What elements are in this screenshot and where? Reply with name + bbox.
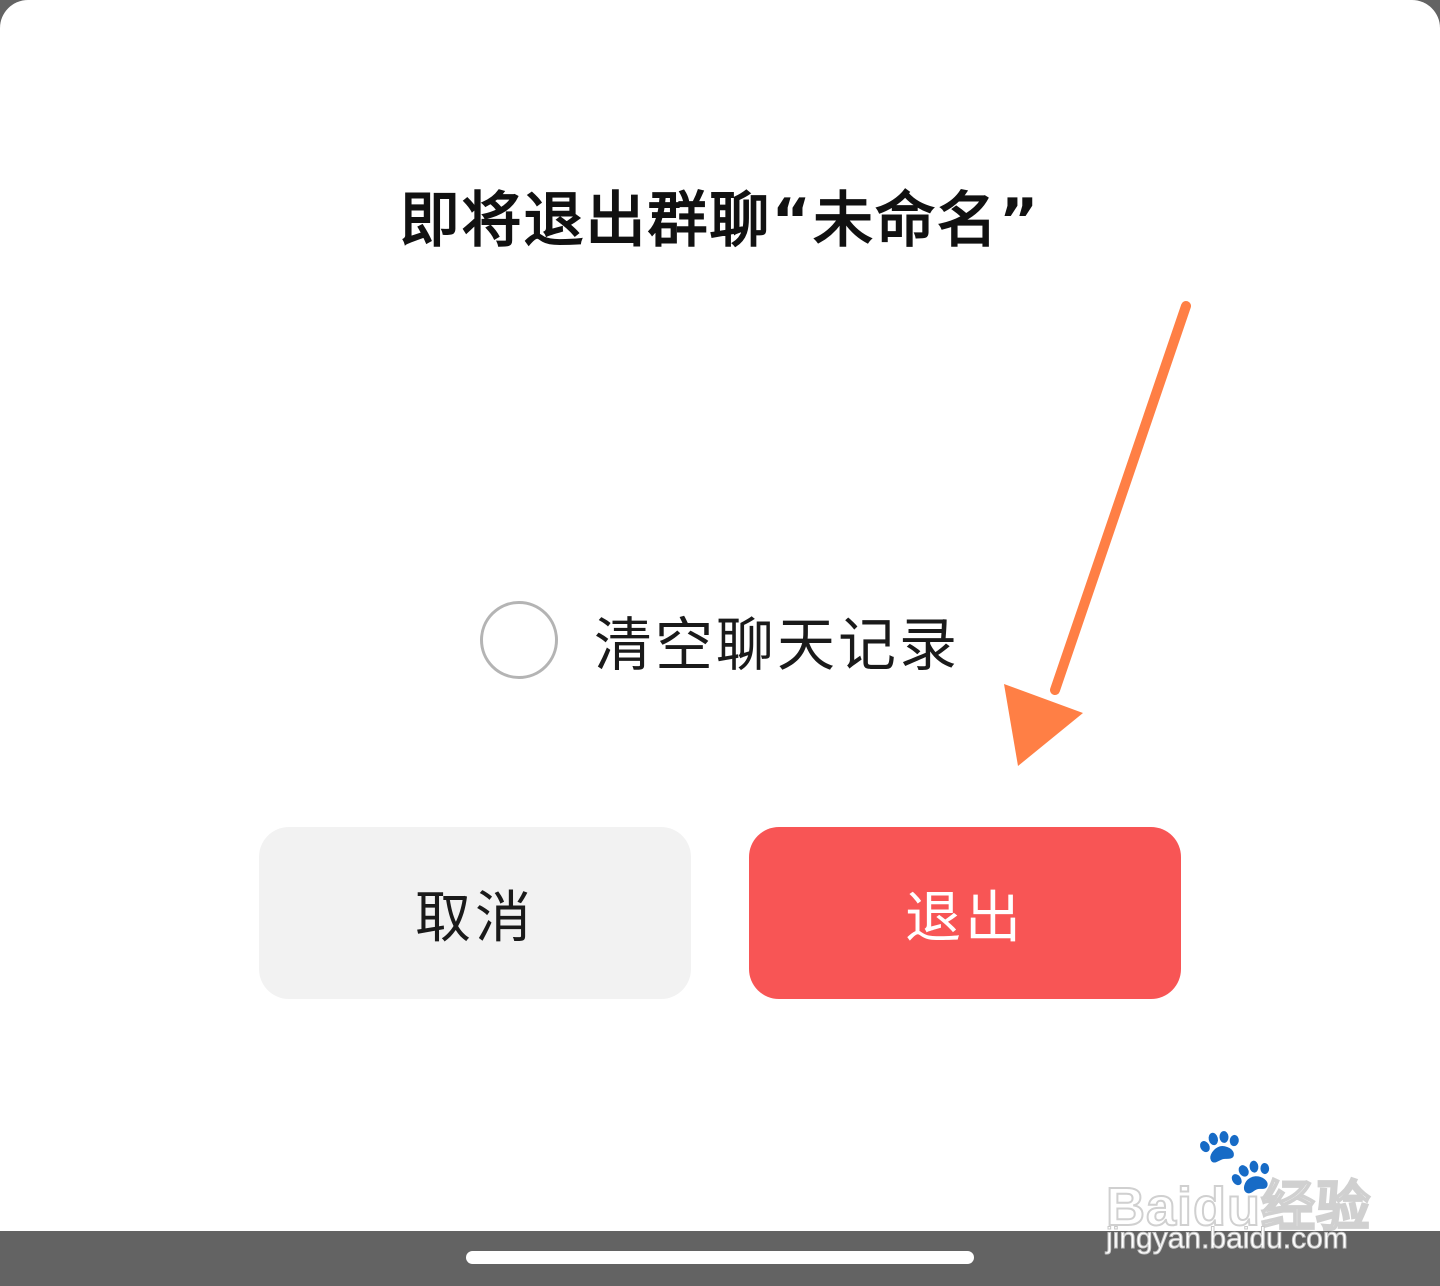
baidu-jingyan-watermark: 🐾 Baidu经验 jingyan.baidu.com [1100, 1128, 1400, 1260]
watermark-url: jingyan.baidu.com [1106, 1222, 1349, 1256]
radio-unchecked-icon[interactable] [480, 601, 558, 679]
exit-group-dialog: 即将退出群聊“未命名” 清空聊天记录 取消 退出 [0, 0, 1440, 1231]
dialog-title: 即将退出群聊“未命名” [399, 186, 1041, 256]
exit-button[interactable]: 退出 [749, 827, 1181, 999]
home-indicator[interactable] [466, 1251, 974, 1264]
cancel-button[interactable]: 取消 [259, 827, 691, 999]
clear-history-label: 清空聊天记录 [594, 611, 961, 679]
screen: 即将退出群聊“未命名” 清空聊天记录 取消 退出 🐾 Baidu经验 jingy… [0, 0, 1440, 1286]
clear-history-option[interactable]: 清空聊天记录 [480, 598, 960, 682]
